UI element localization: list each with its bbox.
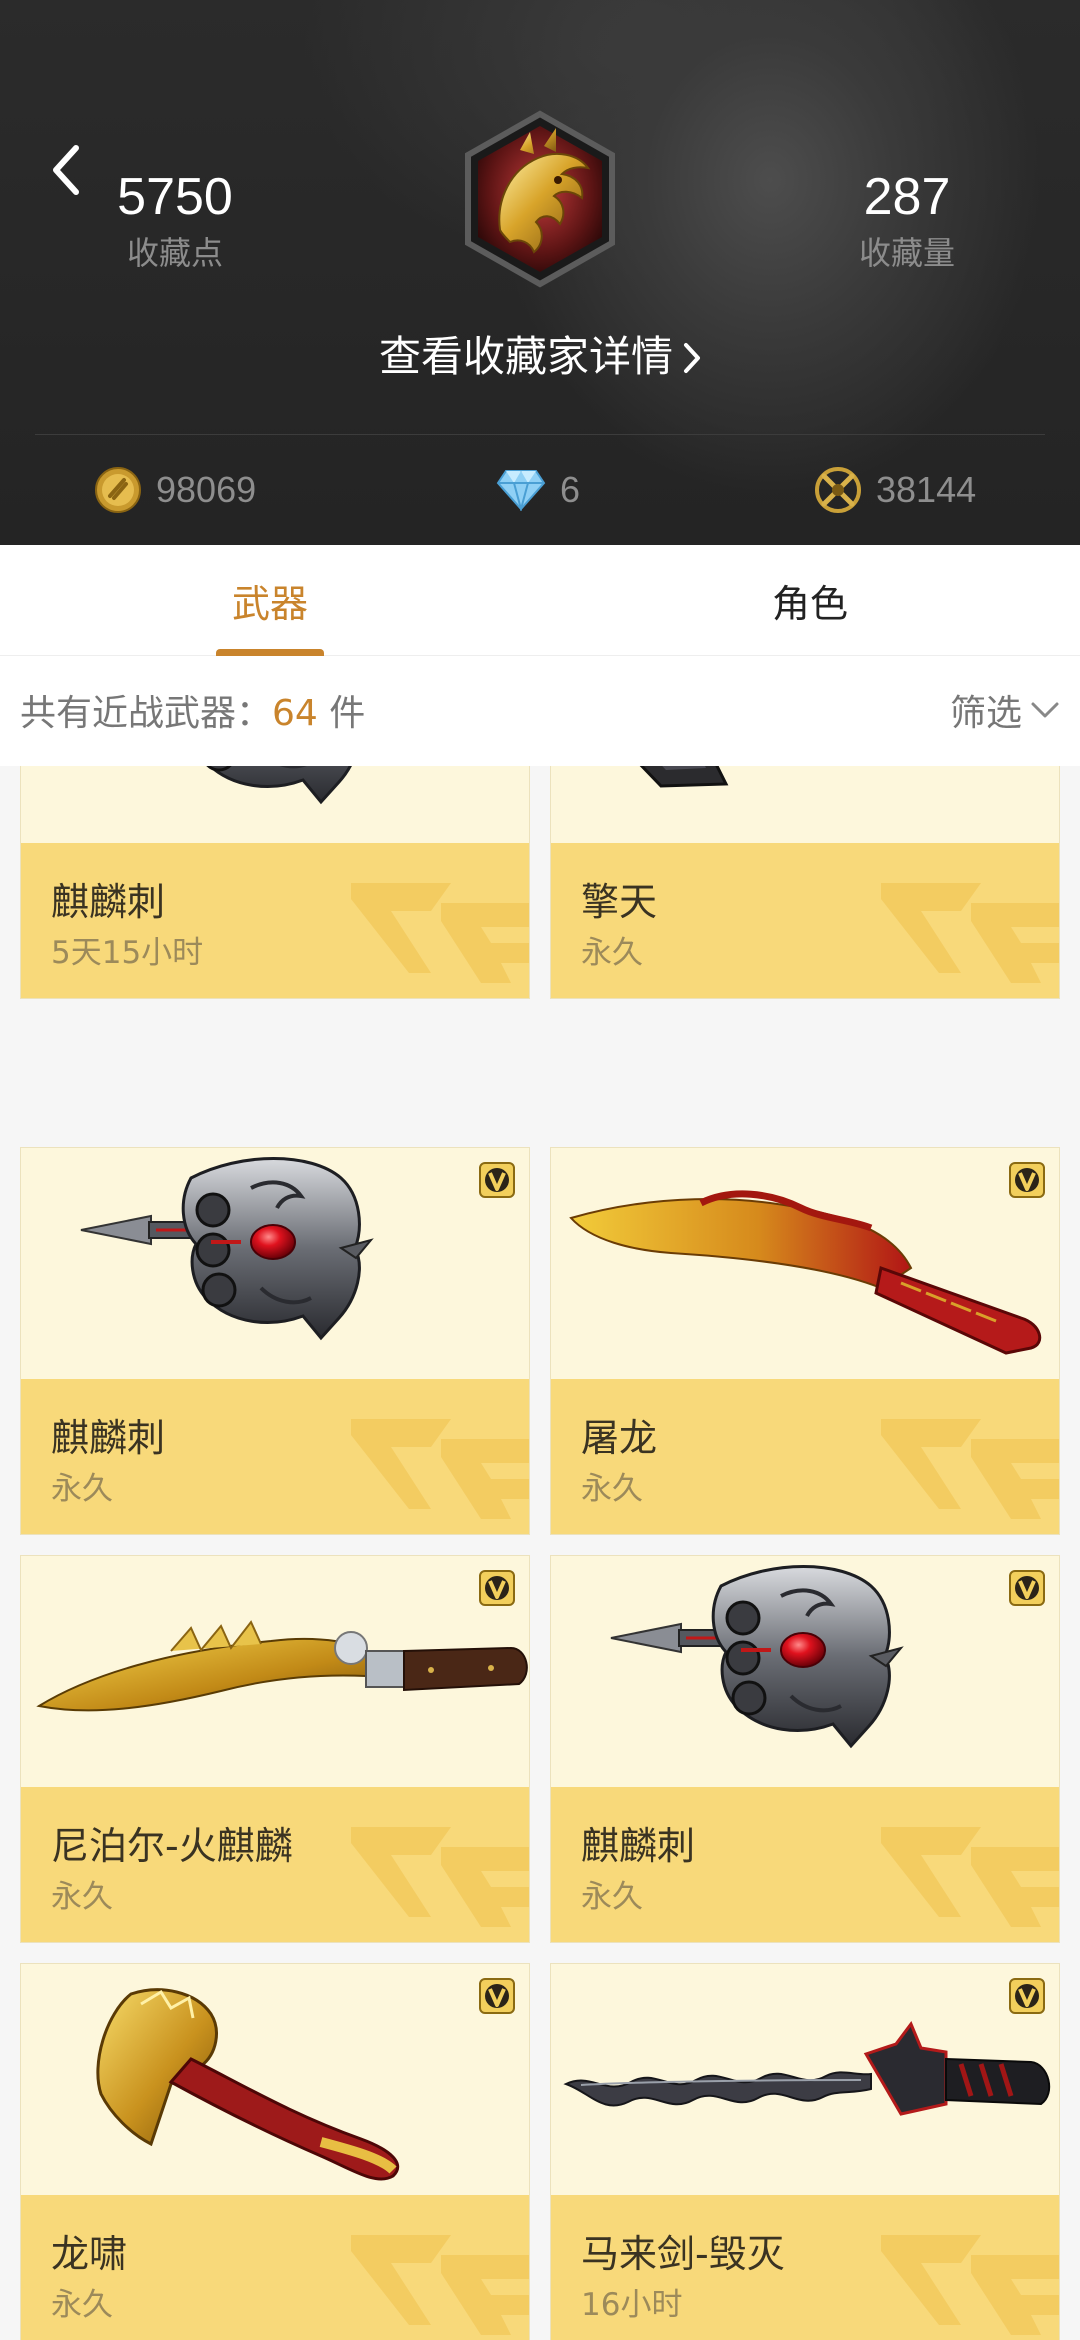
vip-badge-icon bbox=[479, 1570, 515, 1606]
weapon-info: 龙啸 永久 bbox=[21, 2195, 529, 2340]
tab-characters[interactable]: 角色 bbox=[540, 545, 1080, 656]
weapon-duration: 永久 bbox=[581, 935, 643, 971]
cf-logo-watermark bbox=[351, 883, 529, 983]
weapon-info: 屠龙 永久 bbox=[551, 1379, 1059, 1534]
cf-logo-watermark bbox=[881, 2235, 1059, 2335]
weapon-count-number: 64 bbox=[272, 693, 318, 734]
diamond-balance: 6 bbox=[496, 462, 580, 518]
vip-badge-icon bbox=[479, 1162, 515, 1198]
dragon-machete-icon bbox=[569, 1190, 1042, 1355]
category-tabs: 武器 角色 bbox=[0, 545, 1080, 656]
weapon-grid: 麒麟刺 5天15小时 擎天 永久 麒麟刺 永久 屠龙 永久 尼泊尔-火麒麟 永久… bbox=[0, 766, 1080, 2340]
cf-logo-watermark bbox=[881, 883, 1059, 983]
weapon-card[interactable]: 擎天 永久 bbox=[550, 766, 1060, 999]
vip-badge-icon bbox=[479, 1978, 515, 2014]
collection-count-value: 287 bbox=[863, 168, 951, 226]
chevron-right-icon bbox=[683, 325, 701, 395]
tab-weapons[interactable]: 武器 bbox=[0, 545, 540, 656]
weapon-info: 麒麟刺 5天15小时 bbox=[21, 843, 529, 998]
collection-count-stat: 287 收藏量 bbox=[797, 165, 1017, 275]
cf-logo-watermark bbox=[881, 1419, 1059, 1519]
weapon-info: 麒麟刺 永久 bbox=[21, 1379, 529, 1534]
weapon-image bbox=[551, 1148, 1059, 1379]
weapon-card[interactable]: 尼泊尔-火麒麟 永久 bbox=[20, 1555, 530, 1943]
tab-weapons-label: 武器 bbox=[231, 582, 308, 626]
vip-badge-icon bbox=[1009, 1162, 1045, 1198]
gold-coin-icon bbox=[95, 467, 141, 513]
weapon-count-suffix: 件 bbox=[317, 693, 366, 734]
collection-points-stat: 5750 收藏点 bbox=[65, 165, 285, 275]
weapon-name: 马来剑-毁灭 bbox=[581, 2232, 785, 2276]
gold-coin-balance: 98069 bbox=[94, 462, 256, 518]
collector-details-label: 查看收藏家详情 bbox=[378, 332, 673, 381]
dragon-axe-icon bbox=[96, 1988, 400, 2181]
weapon-count: 共有近战武器：64 件 bbox=[20, 684, 365, 736]
weapon-name: 擎天 bbox=[581, 880, 658, 924]
kris-sword-icon bbox=[563, 2021, 1051, 2116]
weapon-image bbox=[21, 1964, 529, 2195]
weapon-card[interactable]: 屠龙 永久 bbox=[550, 1147, 1060, 1535]
honor-balance: 38144 bbox=[814, 462, 976, 518]
weapon-image bbox=[551, 766, 1059, 843]
collector-details-link[interactable]: 查看收藏家详情 bbox=[0, 322, 1080, 395]
cf-logo-watermark bbox=[881, 1827, 1059, 1927]
weapon-info: 马来剑-毁灭 16小时 bbox=[551, 2195, 1059, 2340]
diamond-icon bbox=[496, 470, 546, 511]
weapon-card[interactable]: 麒麟刺 永久 bbox=[550, 1555, 1060, 1943]
vip-badge-icon bbox=[1009, 1978, 1045, 2014]
weapon-image bbox=[551, 1964, 1059, 2195]
collection-points-value: 5750 bbox=[117, 168, 233, 226]
shovel-icon bbox=[639, 766, 729, 788]
weapon-image bbox=[21, 1556, 529, 1787]
weapon-duration: 永久 bbox=[51, 2287, 113, 2323]
weapon-info: 尼泊尔-火麒麟 永久 bbox=[21, 1787, 529, 1942]
filter-button[interactable]: 筛选 bbox=[950, 684, 1060, 736]
weapon-card[interactable]: 麒麟刺 永久 bbox=[20, 1147, 530, 1535]
cf-logo-watermark bbox=[351, 1419, 529, 1519]
filter-label: 筛选 bbox=[949, 693, 1022, 734]
weapon-count-prefix: 共有近战武器： bbox=[20, 693, 273, 734]
gold-kukri-icon bbox=[36, 1620, 528, 1712]
weapon-name: 麒麟刺 bbox=[51, 1416, 166, 1460]
chevron-down-icon bbox=[1031, 702, 1059, 718]
collector-header: 5750 收藏点 287 收藏量 查看收藏家详情 98069 6 38144 bbox=[0, 0, 1080, 545]
crossed-swords-icon bbox=[815, 467, 861, 513]
dragon-emblem-icon bbox=[465, 110, 615, 288]
weapon-duration: 5天15小时 bbox=[51, 935, 204, 971]
weapon-card[interactable]: 麒麟刺 5天15小时 bbox=[20, 766, 530, 999]
weapon-duration: 永久 bbox=[51, 1879, 113, 1915]
count-bar: 共有近战武器：64 件 筛选 bbox=[0, 656, 1080, 766]
weapon-duration: 16小时 bbox=[581, 2287, 683, 2323]
weapon-info: 擎天 永久 bbox=[551, 843, 1059, 998]
collection-count-label: 收藏量 bbox=[858, 234, 955, 272]
knuckle-blade-icon bbox=[79, 1156, 373, 1340]
weapon-image bbox=[21, 766, 529, 843]
weapon-name: 麒麟刺 bbox=[51, 880, 166, 924]
weapon-image bbox=[551, 1556, 1059, 1787]
tab-characters-label: 角色 bbox=[771, 582, 848, 626]
weapon-name: 尼泊尔-火麒麟 bbox=[51, 1824, 293, 1868]
active-tab-indicator bbox=[216, 649, 324, 656]
weapon-card[interactable]: 龙啸 永久 bbox=[20, 1963, 530, 2340]
cf-logo-watermark bbox=[351, 1827, 529, 1927]
collector-emblem[interactable] bbox=[460, 110, 620, 288]
collection-points-label: 收藏点 bbox=[126, 234, 223, 272]
knuckle-blade-icon bbox=[609, 1564, 903, 1748]
honor-value: 38144 bbox=[876, 469, 977, 510]
diamond-value: 6 bbox=[560, 469, 581, 510]
weapon-info: 麒麟刺 永久 bbox=[551, 1787, 1059, 1942]
weapon-duration: 永久 bbox=[581, 1879, 643, 1915]
header-divider bbox=[35, 434, 1045, 435]
knuckle-blade-icon bbox=[79, 766, 373, 804]
vip-badge-icon bbox=[1009, 1570, 1045, 1606]
weapon-image bbox=[21, 1148, 529, 1379]
weapon-name: 龙啸 bbox=[51, 2232, 128, 2276]
cf-logo-watermark bbox=[351, 2235, 529, 2335]
gold-coin-value: 98069 bbox=[156, 469, 257, 510]
weapon-name: 麒麟刺 bbox=[581, 1824, 696, 1868]
weapon-card[interactable]: 马来剑-毁灭 16小时 bbox=[550, 1963, 1060, 2340]
weapon-name: 屠龙 bbox=[581, 1416, 658, 1460]
weapon-duration: 永久 bbox=[51, 1471, 113, 1507]
weapon-duration: 永久 bbox=[581, 1471, 643, 1507]
